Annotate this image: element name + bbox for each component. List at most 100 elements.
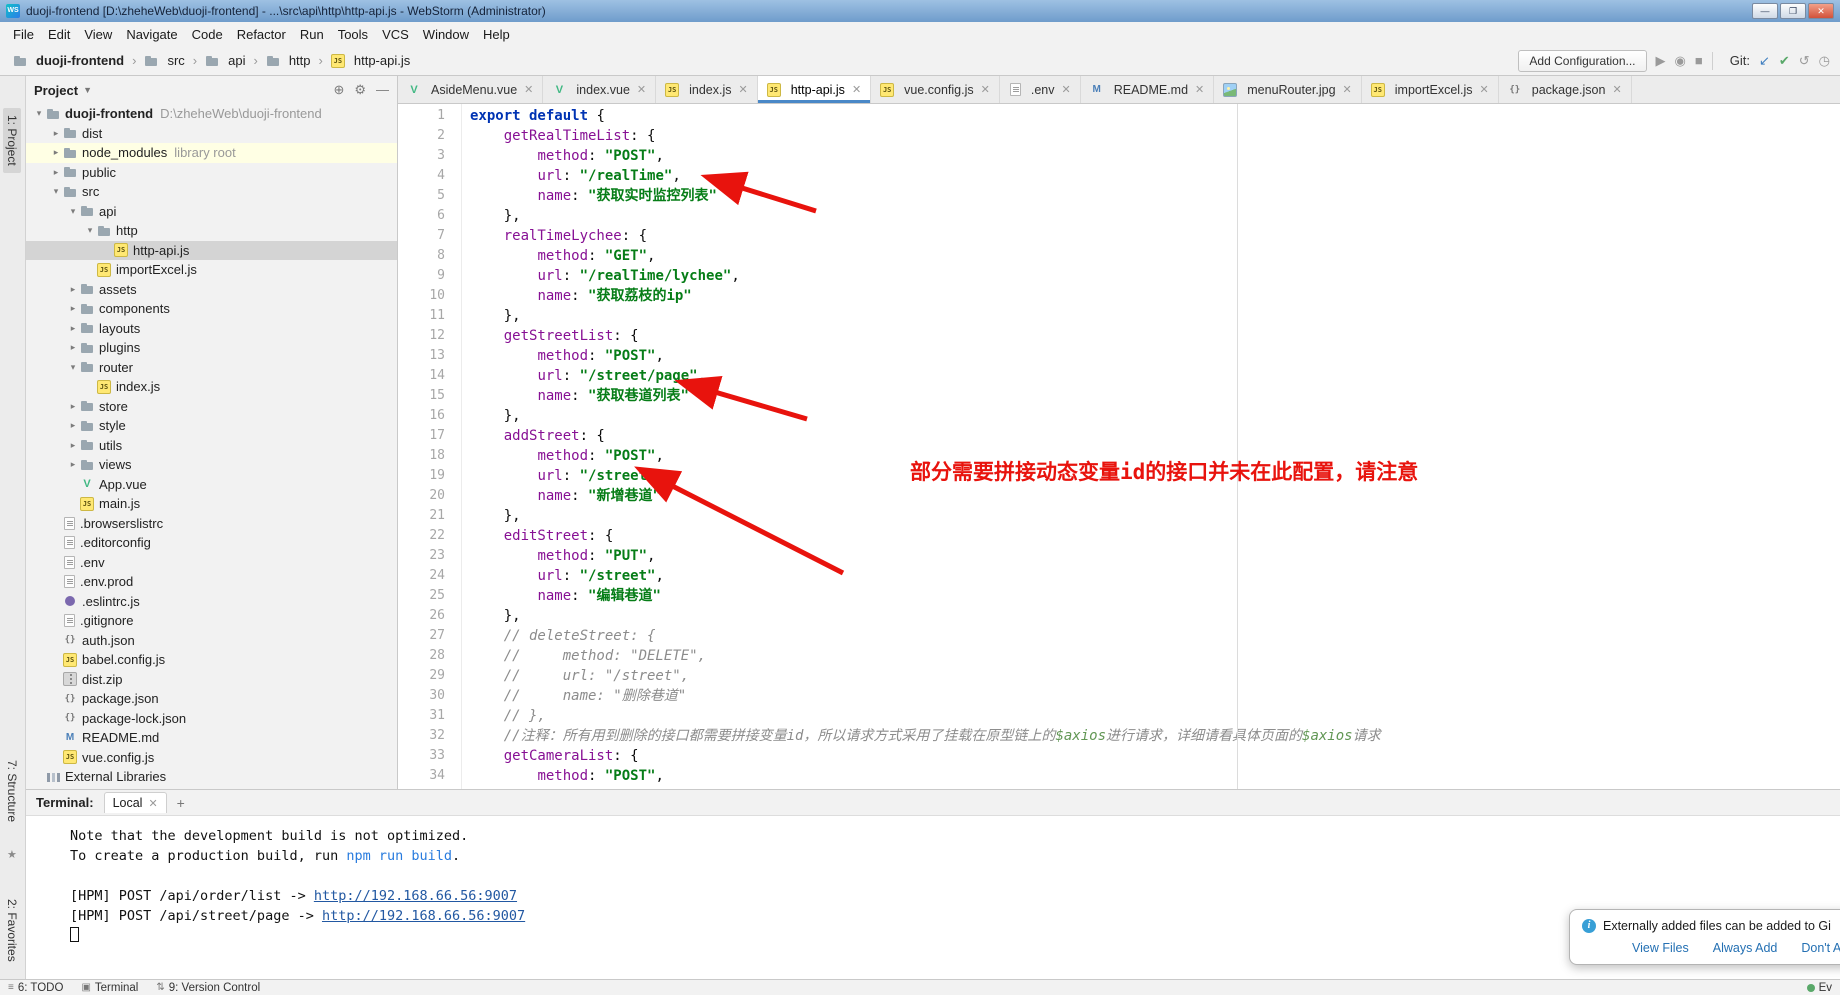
tab-menuRouter.jpg[interactable]: menuRouter.jpg✕ <box>1214 76 1361 103</box>
tree-item-importExcel.js[interactable]: importExcel.js <box>26 260 397 280</box>
chevron-right-icon[interactable]: ▸ <box>49 163 63 183</box>
minimize-button[interactable]: — <box>1752 3 1778 19</box>
notification-action-don-t-ask-agai[interactable]: Don't Ask Agai <box>1801 941 1840 955</box>
tree-item-store[interactable]: ▸store <box>26 397 397 417</box>
tree-item-duoji-frontend[interactable]: ▾duoji-frontendD:\zheheWeb\duoji-fronten… <box>26 104 397 124</box>
tree-item-package-lock.json[interactable]: package-lock.json <box>26 709 397 729</box>
code-line-24[interactable]: url: "/street", <box>470 566 1840 586</box>
statusbar-todo[interactable]: ≡6: TODO <box>8 982 63 994</box>
chevron-right-icon[interactable]: ▸ <box>66 436 80 456</box>
close-icon[interactable]: ✕ <box>637 83 646 96</box>
gear-icon[interactable]: ⚙ <box>354 82 366 98</box>
chevron-down-icon[interactable]: ▾ <box>66 202 80 222</box>
terminal-link[interactable]: http://192.168.66.56:9007 <box>314 888 517 904</box>
tab-README.md[interactable]: README.md✕ <box>1081 76 1215 103</box>
code-line-4[interactable]: url: "/realTime", <box>470 166 1840 186</box>
code-line-30[interactable]: // name: "删除巷道" <box>470 686 1840 706</box>
chevron-right-icon[interactable]: ▸ <box>66 299 80 319</box>
chevron-right-icon[interactable]: ▸ <box>66 416 80 436</box>
close-icon[interactable]: ✕ <box>739 83 748 96</box>
tree-item-style[interactable]: ▸style <box>26 416 397 436</box>
code-line-5[interactable]: name: "获取实时监控列表" <box>470 186 1840 206</box>
menu-window[interactable]: Window <box>416 25 476 44</box>
code-line-22[interactable]: editStreet: { <box>470 526 1840 546</box>
code-line-23[interactable]: method: "PUT", <box>470 546 1840 566</box>
menu-edit[interactable]: Edit <box>41 25 77 44</box>
menu-tools[interactable]: Tools <box>331 25 375 44</box>
code-line-21[interactable]: }, <box>470 506 1840 526</box>
tree-item-api[interactable]: ▾api <box>26 202 397 222</box>
statusbar-version-control[interactable]: ⇅9: Version Control <box>156 982 260 994</box>
tree-item-utils[interactable]: ▸utils <box>26 436 397 456</box>
code-line-2[interactable]: getRealTimeList: { <box>470 126 1840 146</box>
tree-item-vue.config.js[interactable]: vue.config.js <box>26 748 397 768</box>
git-revert-icon[interactable]: ↺ <box>1799 53 1810 69</box>
code-line-11[interactable]: }, <box>470 306 1840 326</box>
debug-icon[interactable]: ◉ <box>1675 53 1686 69</box>
tree-item-README.md[interactable]: README.md <box>26 728 397 748</box>
terminal-output[interactable]: Note that the development build is not o… <box>26 816 1840 979</box>
breadcrumb-http-api.js[interactable]: http-api.js <box>328 52 413 69</box>
code-line-32[interactable]: //注释：所有用到删除的接口都需要拼接变量id，所以请求方式采用了挂载在原型链上… <box>470 726 1840 746</box>
run-icon[interactable]: ▶ <box>1656 53 1666 69</box>
chevron-right-icon[interactable]: ▸ <box>49 143 63 163</box>
tree-item-package.json[interactable]: package.json <box>26 689 397 709</box>
history-icon[interactable]: ◷ <box>1819 53 1830 69</box>
close-icon[interactable]: ✕ <box>1195 83 1204 96</box>
close-icon[interactable]: ✕ <box>981 83 990 96</box>
tree-item-dist.zip[interactable]: dist.zip <box>26 670 397 690</box>
tree-item-views[interactable]: ▸views <box>26 455 397 475</box>
statusbar-terminal[interactable]: ▣Terminal <box>81 982 138 994</box>
menu-code[interactable]: Code <box>185 25 230 44</box>
tab-AsideMenu.vue[interactable]: AsideMenu.vue✕ <box>398 76 543 103</box>
new-terminal-icon[interactable]: + <box>177 795 185 811</box>
add-configuration-button[interactable]: Add Configuration... <box>1518 50 1646 72</box>
menu-run[interactable]: Run <box>293 25 331 44</box>
tool-button-structure[interactable]: 7: Structure <box>3 753 21 829</box>
tree-item-App.vue[interactable]: App.vue <box>26 475 397 495</box>
hide-panel-icon[interactable]: — <box>376 82 389 98</box>
code-line-12[interactable]: getStreetList: { <box>470 326 1840 346</box>
close-button[interactable]: ✕ <box>1808 3 1834 19</box>
tree-item-public[interactable]: ▸public <box>26 163 397 183</box>
tree-item-.gitignore[interactable]: .gitignore <box>26 611 397 631</box>
code-line-3[interactable]: method: "POST", <box>470 146 1840 166</box>
tree-item-.browserslistrc[interactable]: .browserslistrc <box>26 514 397 534</box>
code-line-13[interactable]: method: "POST", <box>470 346 1840 366</box>
terminal-link[interactable]: http://192.168.66.56:9007 <box>322 908 525 924</box>
locate-file-icon[interactable]: ⊕ <box>333 82 344 98</box>
breadcrumb-api[interactable]: api <box>202 52 248 69</box>
tree-item-.eslintrc.js[interactable]: .eslintrc.js <box>26 592 397 612</box>
chevron-down-icon[interactable]: ▼ <box>83 85 92 95</box>
statusbar-event-log[interactable]: Ev <box>1807 982 1832 994</box>
code-line-34[interactable]: method: "POST", <box>470 766 1840 786</box>
tree-item-babel.config.js[interactable]: babel.config.js <box>26 650 397 670</box>
code-line-6[interactable]: }, <box>470 206 1840 226</box>
chevron-right-icon[interactable]: ▸ <box>66 455 80 475</box>
tree-item-.env.prod[interactable]: .env.prod <box>26 572 397 592</box>
tool-button-project[interactable]: 1: Project <box>3 108 21 173</box>
tab-.env[interactable]: .env✕ <box>1000 76 1081 103</box>
tree-item-main.js[interactable]: main.js <box>26 494 397 514</box>
code-line-8[interactable]: method: "GET", <box>470 246 1840 266</box>
terminal-tab-local[interactable]: Local ✕ <box>104 792 167 813</box>
tree-item-layouts[interactable]: ▸layouts <box>26 319 397 339</box>
tab-importExcel.js[interactable]: importExcel.js✕ <box>1362 76 1499 103</box>
tab-http-api.js[interactable]: http-api.js✕ <box>758 76 871 103</box>
tree-item-router[interactable]: ▾router <box>26 358 397 378</box>
breadcrumb-src[interactable]: src <box>141 52 187 69</box>
code-line-15[interactable]: name: "获取巷道列表" <box>470 386 1840 406</box>
tree-item-dist[interactable]: ▸dist <box>26 124 397 144</box>
tab-index.js[interactable]: index.js✕ <box>656 76 758 103</box>
tab-package.json[interactable]: package.json✕ <box>1499 76 1632 103</box>
breadcrumb-http[interactable]: http <box>263 52 314 69</box>
close-icon[interactable]: ✕ <box>1612 83 1621 96</box>
tree-item-assets[interactable]: ▸assets <box>26 280 397 300</box>
code-line-31[interactable]: // }, <box>470 706 1840 726</box>
code-line-16[interactable]: }, <box>470 406 1840 426</box>
code-line-17[interactable]: addStreet: { <box>470 426 1840 446</box>
code-line-20[interactable]: name: "新增巷道" <box>470 486 1840 506</box>
close-icon[interactable]: ✕ <box>1343 83 1352 96</box>
code-line-1[interactable]: export default { <box>470 106 1840 126</box>
maximize-button[interactable]: ❐ <box>1780 3 1806 19</box>
